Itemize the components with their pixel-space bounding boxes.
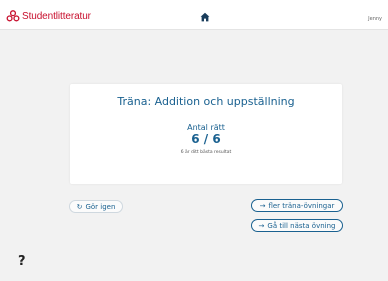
arrow-right-icon: → — [259, 201, 266, 210]
best-result-note: 6 är ditt bästa resultat — [180, 150, 232, 155]
more-exercises-label: fler träna-övningar — [268, 201, 335, 210]
exercise-title: Träna: Addition och uppställning — [117, 95, 295, 108]
top-bar: Studentlitteratur Jenny — [0, 0, 388, 30]
next-exercise-button[interactable]: → Gå till nästa övning — [251, 219, 343, 232]
user-name[interactable]: Jenny — [368, 16, 382, 22]
score-value: 6 / 6 — [191, 132, 221, 146]
arrow-right-icon: → — [258, 221, 265, 230]
brand-logo[interactable]: Studentlitteratur — [6, 10, 91, 22]
retry-button[interactable]: ↻ Gör igen — [69, 200, 123, 213]
more-exercises-button[interactable]: → fler träna-övningar — [251, 199, 343, 212]
logo-icon — [6, 10, 20, 22]
retry-icon: ↻ — [76, 202, 83, 211]
next-exercise-label: Gå till nästa övning — [267, 221, 336, 230]
retry-label: Gör igen — [85, 202, 116, 211]
brand-name: Studentlitteratur — [22, 10, 91, 22]
help-button[interactable]: ? — [18, 254, 26, 269]
home-icon[interactable] — [200, 12, 210, 22]
score-label: Antal rätt — [187, 123, 225, 132]
result-card: Träna: Addition och uppställning Antal r… — [70, 84, 342, 184]
